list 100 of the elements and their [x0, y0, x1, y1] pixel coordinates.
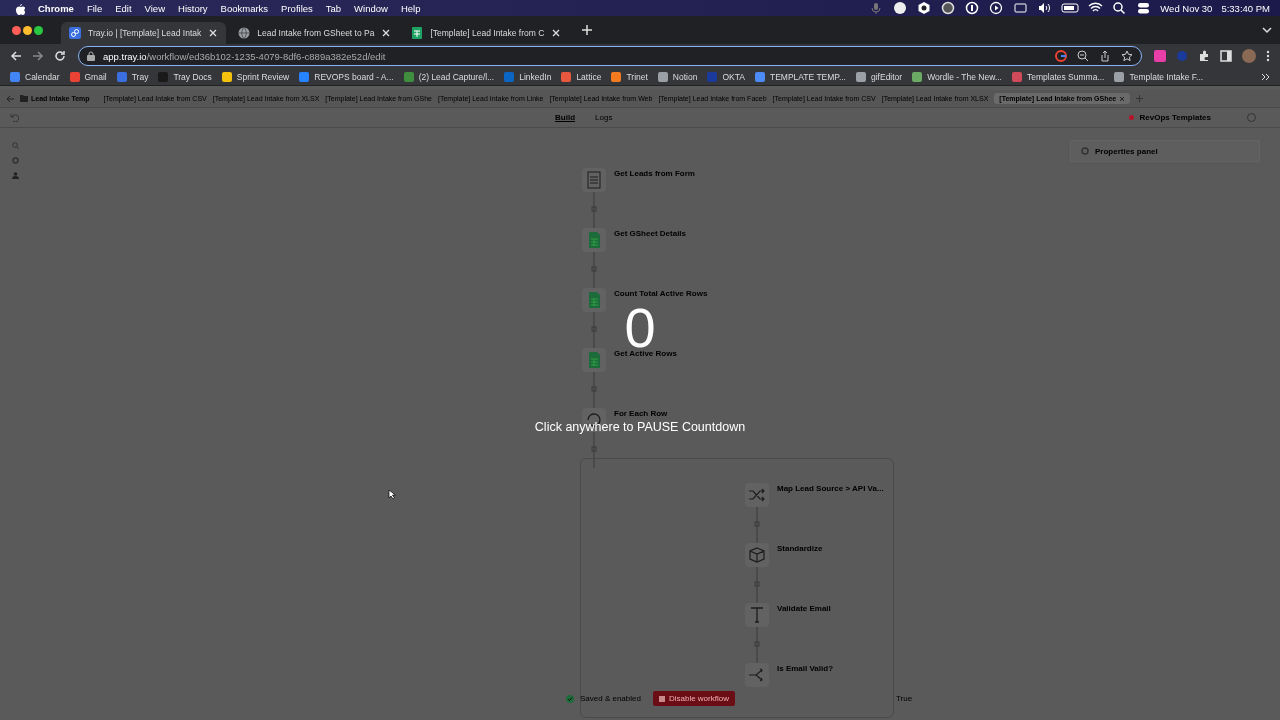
- circle-icon[interactable]: [941, 1, 957, 15]
- step-icon-tile[interactable]: [745, 663, 769, 687]
- step-icon-tile[interactable]: [582, 168, 606, 192]
- bookmark-icon: [754, 71, 765, 82]
- menu-item[interactable]: View: [144, 2, 165, 14]
- bookmark[interactable]: Tray: [116, 71, 149, 82]
- branch-label: True: [896, 694, 913, 703]
- bookmark[interactable]: Sprint Review: [221, 71, 290, 82]
- side-panel-icon[interactable]: [1220, 50, 1232, 62]
- step-icon-tile[interactable]: [582, 348, 606, 372]
- play-icon[interactable]: [989, 1, 1005, 15]
- bookmark[interactable]: Template Intake F...: [1114, 71, 1204, 82]
- zoom-out-icon[interactable]: [1077, 50, 1089, 62]
- bookmark[interactable]: Wordle - The New...: [912, 71, 1002, 82]
- app-menu[interactable]: Chrome: [38, 2, 74, 14]
- bookmark-icon: [657, 71, 668, 82]
- close-icon[interactable]: [208, 28, 219, 38]
- tray-logo-icon: [69, 27, 81, 39]
- connector-line: [591, 432, 597, 468]
- folder-icon: [20, 95, 28, 102]
- toggle-icon[interactable]: [1136, 1, 1152, 15]
- chevron-down-icon[interactable]: [1262, 26, 1272, 34]
- volume-icon[interactable]: [1037, 1, 1053, 15]
- cube-icon: [747, 545, 767, 565]
- maximize-icon[interactable]: [34, 25, 43, 35]
- bookmark[interactable]: Trinet: [611, 71, 648, 82]
- bookmark[interactable]: LinkedIn: [504, 71, 552, 82]
- display-icon[interactable]: [1013, 1, 1029, 15]
- circle-icon[interactable]: [893, 1, 909, 15]
- disable-workflow-button[interactable]: Disable workflow: [652, 691, 735, 706]
- menu-time[interactable]: 5:33:40 PM: [1221, 2, 1270, 14]
- circle-icon[interactable]: [965, 1, 981, 15]
- bookmark[interactable]: Notion: [657, 71, 698, 82]
- connector-line: [591, 372, 597, 408]
- mouse-cursor-icon: [388, 489, 397, 500]
- bookmark[interactable]: Lattice: [561, 71, 602, 82]
- gear-icon: [1081, 147, 1089, 155]
- menu-date[interactable]: Wed Nov 30: [1160, 2, 1213, 14]
- step-icon-tile[interactable]: [745, 483, 769, 507]
- bookmark-icon: [561, 71, 572, 82]
- menu-item[interactable]: Help: [400, 2, 421, 14]
- bookmark-icon: [69, 71, 80, 82]
- connector-line: [591, 252, 597, 288]
- countdown-message[interactable]: Click anywhere to PAUSE Countdown: [534, 420, 746, 434]
- address-bar[interactable]: app.tray.io/workflow/ed36b102-1235-4079-8df6-c889a382e52d/edit: [78, 46, 1142, 66]
- bookmark[interactable]: Gmail: [69, 71, 107, 82]
- connector-line: [591, 312, 597, 348]
- step-icon-tile[interactable]: [582, 288, 606, 312]
- bookmark-icon: [611, 71, 622, 82]
- bookmark-icon: [116, 71, 127, 82]
- bookmark-icon: [403, 71, 414, 82]
- bookmark-icon: [299, 71, 310, 82]
- bookmark[interactable]: (2) Lead Capture/l...: [403, 71, 495, 82]
- menu-item[interactable]: History: [178, 2, 208, 14]
- menu-item[interactable]: File: [86, 2, 103, 14]
- bookmark-icon: [504, 71, 515, 82]
- chevron-double-right-icon[interactable]: [1261, 72, 1270, 81]
- menu-item[interactable]: Edit: [115, 2, 132, 14]
- bookmark[interactable]: Tray Docs: [158, 71, 212, 82]
- bookmark[interactable]: REVOPS board - A...: [299, 71, 394, 82]
- avatar-icon[interactable]: [1242, 49, 1256, 63]
- close-icon[interactable]: [12, 25, 21, 35]
- hexagon-icon[interactable]: [917, 1, 933, 15]
- bookmark-icon: [10, 71, 20, 82]
- forward-arrow-icon[interactable]: [32, 50, 44, 62]
- minimize-icon[interactable]: [23, 25, 32, 35]
- bookmark-icon: [158, 71, 169, 82]
- menu-item[interactable]: Bookmarks: [220, 2, 269, 14]
- menu-item[interactable]: Window: [354, 2, 388, 14]
- close-icon[interactable]: [551, 28, 562, 38]
- connector-line: [754, 627, 760, 663]
- step-icon-tile[interactable]: [745, 603, 769, 627]
- bookmark[interactable]: OKTA: [707, 71, 745, 82]
- spreadsheet-icon: [411, 27, 424, 39]
- bookmark[interactable]: gifEditor: [856, 71, 903, 82]
- browser-tab[interactable]: [Template] Lead Intake from C: [403, 22, 570, 44]
- puzzle-icon[interactable]: [1198, 50, 1210, 62]
- step-icon-tile[interactable]: [745, 543, 769, 567]
- reload-icon[interactable]: [54, 50, 66, 62]
- bookmark[interactable]: Calendar: [10, 71, 60, 82]
- menu-item[interactable]: Profiles: [281, 2, 313, 14]
- document-icon: [584, 170, 604, 190]
- browser-tab[interactable]: Tray.io | [Template] Lead Intak: [61, 22, 227, 44]
- battery-icon[interactable]: [1061, 1, 1080, 15]
- share-icon[interactable]: [1099, 50, 1111, 62]
- more-icon[interactable]: [1266, 50, 1270, 62]
- bookmark-icon: [707, 71, 718, 82]
- url-text: app.tray.io/workflow/ed36b102-1235-4079-8df6-c889a382e52d/edit: [103, 50, 387, 62]
- bookmark[interactable]: Templates Summa...: [1012, 71, 1105, 82]
- google-icon[interactable]: [1055, 50, 1067, 62]
- bookmark[interactable]: TEMPLATE TEMP...: [754, 71, 846, 82]
- tab-title: [Template] Lead Intake from C: [430, 28, 545, 38]
- countdown-number: 0: [624, 306, 656, 350]
- status-text: Saved & enabled: [580, 694, 641, 703]
- step-icon-tile[interactable]: [582, 228, 606, 252]
- star-icon[interactable]: [1121, 50, 1133, 62]
- browser-tab[interactable]: Lead Intake from GSheet to Pa: [230, 22, 400, 44]
- bookmark-icon: [1114, 71, 1125, 82]
- menu-item[interactable]: Tab: [325, 2, 342, 14]
- search-icon[interactable]: [1112, 1, 1128, 15]
